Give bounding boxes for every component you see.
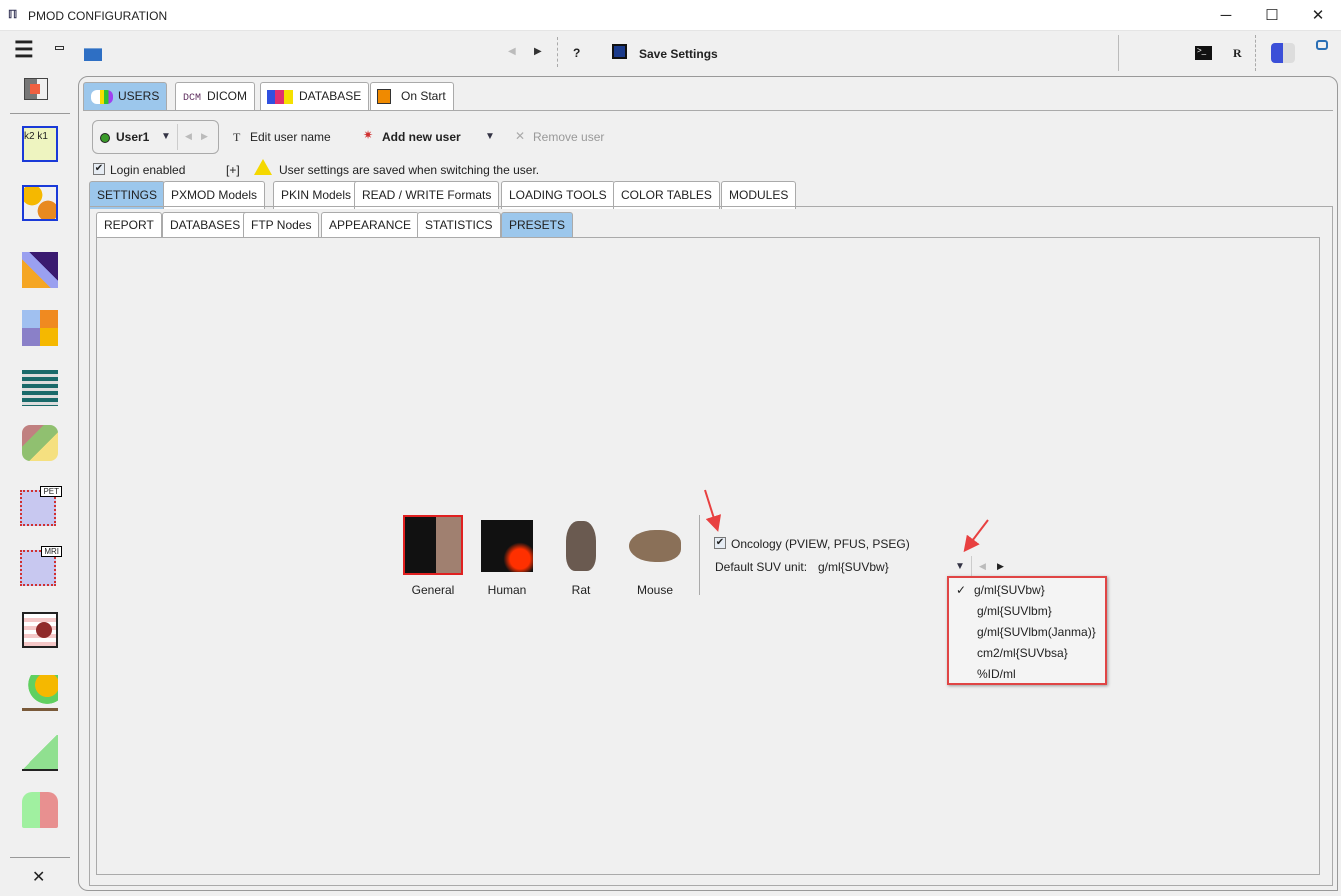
login-enabled-checkbox[interactable]: ✔ [93, 163, 105, 175]
window-title: PMOD CONFIGURATION [28, 9, 168, 23]
oncology-checkbox[interactable]: ✔ [714, 537, 726, 549]
on-start-icon [377, 89, 391, 104]
users-icon [91, 90, 113, 104]
tab-color-tables[interactable]: COLOR TABLES [613, 181, 720, 209]
tab-read-write-formats[interactable]: READ / WRITE Formats [354, 181, 500, 209]
user-selector[interactable]: User1 ▼ ◀ ▶ [92, 120, 219, 154]
color-tables-icon[interactable] [22, 370, 58, 406]
save-icon[interactable] [612, 44, 627, 59]
suv-option[interactable]: g/ml{SUVlbm} [977, 604, 1052, 618]
next-suv-icon[interactable]: ▶ [997, 561, 1004, 572]
suv-option[interactable]: cm2/ml{SUVbsa} [977, 646, 1068, 660]
suv-option[interactable]: %ID/ml [977, 667, 1016, 681]
kinetic-model-icon[interactable]: k2 k1 [22, 126, 58, 162]
add-user-icon: ✷ [363, 128, 374, 142]
tab-users[interactable]: USERS [83, 82, 168, 110]
close-window-button[interactable]: ✕ [1295, 0, 1341, 31]
add-user-dropdown-icon[interactable]: ▼ [485, 131, 495, 142]
warning-icon [254, 159, 272, 175]
open-folder-icon[interactable] [84, 48, 102, 61]
edit-user-name-button[interactable]: Edit user name [250, 130, 331, 144]
tab-report[interactable]: REPORT [96, 212, 162, 237]
tab-appearance[interactable]: APPEARANCE [321, 212, 420, 237]
database-icon [267, 90, 293, 104]
camera-icon[interactable] [1316, 40, 1328, 50]
view-3d-icon[interactable] [22, 425, 58, 461]
pmod-logo-icon: ℿ [8, 9, 18, 21]
tab-statistics[interactable]: STATISTICS [417, 212, 501, 237]
prev-user-icon[interactable]: ◀ [185, 131, 192, 142]
minimize-panel-icon[interactable] [55, 46, 64, 50]
tab-modules[interactable]: MODULES [721, 181, 797, 209]
preset-rat[interactable]: Rat [551, 515, 611, 597]
module-input-icon[interactable] [24, 78, 48, 100]
status-dot-icon [100, 133, 110, 143]
text-icon: T [233, 130, 241, 144]
suv-dropdown-icon[interactable]: ▼ [955, 561, 965, 572]
tab-databases[interactable]: DATABASES [162, 212, 249, 237]
rodent-brain-icon[interactable] [22, 792, 58, 828]
oncology-label: Oncology (PVIEW, PFUS, PSEG) [731, 537, 910, 551]
tab-settings[interactable]: SETTINGS [89, 181, 166, 209]
suv-dropdown-list: ✓ g/ml{SUVbw} g/ml{SUVlbm} g/ml{SUVlbm(J… [947, 576, 1107, 685]
preset-human[interactable]: Human [477, 515, 537, 597]
cardiac-icon[interactable] [22, 612, 58, 648]
preset-mouse[interactable]: Mouse [625, 515, 685, 597]
tab-loading-tools[interactable]: LOADING TOOLS [501, 181, 615, 209]
tab-presets[interactable]: PRESETS [501, 212, 574, 237]
close-icon[interactable]: ✕ [32, 867, 45, 887]
fuse-icon[interactable] [22, 735, 58, 771]
remove-icon: ✕ [515, 129, 526, 143]
presets-panel [96, 237, 1320, 875]
login-enabled-label: Login enabled [110, 163, 186, 177]
tab-pxmod-models[interactable]: PXMOD Models [163, 181, 266, 209]
menu-icon[interactable]: ☰ [14, 37, 34, 63]
help-button[interactable]: ? [573, 46, 580, 60]
tab-dicom[interactable]: DCM DICOM [175, 82, 256, 110]
next-user-icon[interactable]: ▶ [201, 131, 208, 142]
maximize-button[interactable]: ☐ [1249, 0, 1295, 31]
warning-message: User settings are saved when switching t… [279, 163, 540, 177]
pxmod-icon[interactable] [22, 252, 58, 288]
user-config-icon[interactable] [1271, 43, 1295, 63]
suv-option[interactable]: g/ml{SUVbw} [974, 583, 1045, 597]
default-suv-value[interactable]: g/ml{SUVbw} [818, 560, 889, 574]
current-user: User1 [116, 130, 150, 144]
brain-icon[interactable] [22, 675, 58, 711]
prev-suv-icon[interactable]: ◀ [979, 561, 986, 572]
tab-ftp-nodes[interactable]: FTP Nodes [243, 212, 320, 237]
add-new-user-button[interactable]: Add new user [382, 130, 461, 144]
forward-arrow-icon[interactable]: ▶ [534, 46, 542, 57]
compartment-model-icon[interactable] [22, 185, 58, 221]
default-suv-label: Default SUV unit: [715, 560, 808, 574]
terminal-icon[interactable]: >_ [1195, 46, 1212, 60]
back-arrow-icon[interactable]: ◀ [508, 46, 516, 57]
expand-button[interactable]: [+] [226, 163, 240, 177]
title-bar: ℿ PMOD CONFIGURATION ─ ☐ ✕ [0, 0, 1341, 31]
pet-heart-icon[interactable]: PET [20, 486, 62, 526]
save-settings-button[interactable]: Save Settings [639, 47, 718, 61]
minimize-button[interactable]: ─ [1203, 0, 1249, 31]
pkin-icon[interactable] [22, 310, 58, 346]
suv-option[interactable]: g/ml{SUVlbm(Janma)} [977, 625, 1096, 639]
chevron-down-icon[interactable]: ▼ [161, 131, 171, 142]
mri-heart-icon[interactable]: MRI [20, 546, 62, 586]
toolbar: ☰ ◀ ▶ ? Save Settings >_ R [0, 31, 1341, 76]
selected-check-icon: ✓ [956, 583, 967, 597]
preset-general[interactable]: General [403, 515, 463, 597]
r-console-button[interactable]: R [1233, 46, 1242, 61]
tab-database[interactable]: DATABASE [260, 82, 370, 110]
remove-user-button[interactable]: Remove user [533, 130, 604, 144]
tab-pkin-models[interactable]: PKIN Models [273, 181, 360, 209]
tab-on-start[interactable]: On Start [370, 82, 454, 110]
